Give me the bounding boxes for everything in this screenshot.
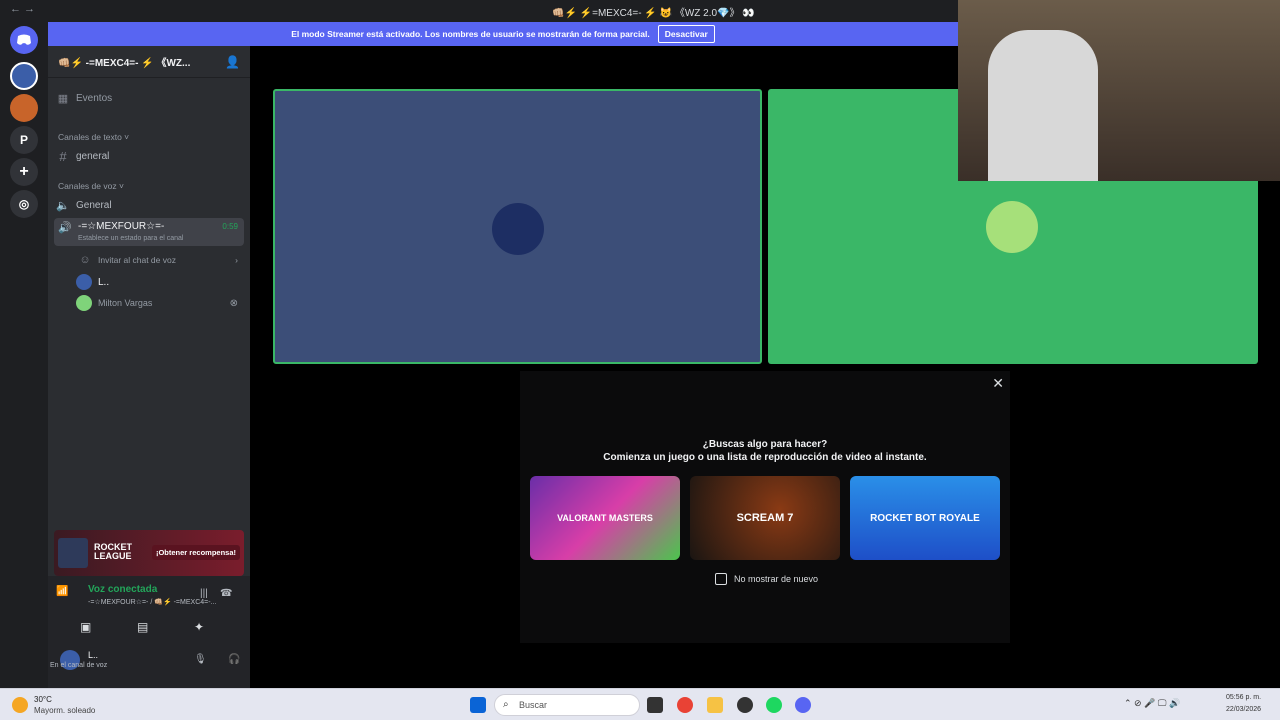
xbox-icon: ⊗ bbox=[229, 297, 238, 309]
invite-icon: ☺ bbox=[79, 254, 91, 266]
activity-card-rocket-bot[interactable]: ROCKET BOT ROYALE bbox=[850, 476, 1000, 560]
card-label: ROCKET BOT ROYALE bbox=[870, 512, 980, 524]
app-icon[interactable] bbox=[737, 697, 753, 713]
server-header[interactable]: 👊🏼⚡ -=MEXC4=- ⚡ 《WZ... 👤 bbox=[48, 46, 250, 78]
voice-category[interactable]: Canales de voz ˅ bbox=[58, 181, 124, 191]
clock-time[interactable]: 05:56 p. m. bbox=[1226, 694, 1261, 701]
get-reward-button[interactable]: ¡Obtener recompensa! bbox=[151, 545, 240, 560]
webcam-person bbox=[988, 30, 1098, 181]
text-category[interactable]: Canales de texto ˅ bbox=[58, 132, 129, 142]
events-item[interactable]: ▦ Eventos bbox=[54, 90, 244, 106]
screen-share-icon[interactable]: ▤ bbox=[137, 620, 148, 634]
speaker-icon: 🔈 bbox=[56, 199, 70, 212]
task-view-icon[interactable] bbox=[647, 697, 663, 713]
search-placeholder: Buscar bbox=[519, 700, 548, 710]
checkbox-label: No mostrar de nuevo bbox=[734, 574, 819, 584]
voice-connected-status[interactable]: Voz conectada bbox=[40, 584, 157, 595]
camera-off-icon[interactable]: ▣ bbox=[80, 620, 91, 634]
disconnect-icon[interactable]: ☎ bbox=[220, 588, 232, 599]
weather-temp: 30°C bbox=[34, 695, 52, 704]
nav-arrows[interactable]: ← → bbox=[10, 3, 35, 15]
deactivate-button[interactable]: Desactivar bbox=[657, 25, 715, 43]
invite-label: Invitar al chat de voz bbox=[98, 255, 176, 265]
spotify-icon[interactable] bbox=[766, 697, 782, 713]
member-item[interactable]: L.. bbox=[76, 274, 238, 290]
calendar-icon: ▦ bbox=[57, 92, 69, 105]
voice-status-text[interactable]: Establece un estado para el canal bbox=[78, 235, 183, 242]
dont-show-checkbox[interactable] bbox=[715, 573, 727, 585]
avatar bbox=[76, 274, 92, 290]
user-panel: 📶 Voz conectada -=☆MEXFOUR☆=- / 👊🏼⚡ -=ME… bbox=[48, 576, 257, 688]
tray-icons[interactable]: ⌃ ⊘ 🎤 🖵 🔊 bbox=[1124, 698, 1180, 709]
weather-icon[interactable] bbox=[12, 697, 28, 713]
chevron-right-icon: › bbox=[235, 255, 238, 265]
avatar bbox=[986, 201, 1038, 253]
file-explorer-icon[interactable] bbox=[707, 697, 723, 713]
channel-sidebar: 👊🏼⚡ -=MEXC4=- ⚡ 《WZ... 👤 ▦ Eventos Canal… bbox=[48, 46, 257, 688]
promo-banner[interactable]: ROCKET LEAGUE ¡Obtener recompensa! bbox=[54, 530, 244, 576]
explore-icon[interactable]: ◎ bbox=[10, 190, 38, 218]
add-server-icon[interactable]: + bbox=[10, 158, 38, 186]
active-voice-name: -=☆MEXFOUR☆=- bbox=[78, 221, 165, 232]
rocket-league-thumb bbox=[58, 538, 88, 568]
text-category-label: Canales de texto bbox=[58, 132, 122, 142]
voice-channel-label: General bbox=[76, 199, 112, 211]
close-icon[interactable]: ✕ bbox=[992, 375, 1004, 392]
window-title: 👊🏼⚡ ⚡=MEXC4=- ⚡ 😺 《WZ 2.0💎》 👀 bbox=[552, 8, 755, 19]
banner-text: El modo Streamer está activado. Los nomb… bbox=[291, 29, 650, 39]
voice-timer: 0:59 bbox=[222, 222, 238, 231]
promo-game: ROCKET LEAGUE bbox=[94, 542, 132, 561]
clock-date[interactable]: 22/03/2026 bbox=[1226, 706, 1261, 713]
voice-category-label: Canales de voz bbox=[58, 181, 117, 191]
user-name: L.. bbox=[88, 650, 99, 660]
microphone-icon[interactable]: 🎙 bbox=[194, 654, 207, 665]
voice-channel-general[interactable]: 🔈 General bbox=[54, 197, 244, 213]
popup-title: ¿Buscas algo para hacer? bbox=[702, 439, 828, 450]
windows-taskbar: 30°C Mayorm. soleado ⌕ Buscar ⌃ ⊘ 🎤 🖵 🔊 … bbox=[0, 688, 1280, 720]
avatar bbox=[76, 295, 92, 311]
activity-card-valorant[interactable]: VALORANT MASTERS bbox=[530, 476, 680, 560]
channel-general[interactable]: # general bbox=[54, 148, 244, 164]
card-label: VALORANT MASTERS bbox=[557, 513, 653, 523]
activities-icon[interactable]: ✦ bbox=[194, 620, 204, 634]
search-icon: ⌕ bbox=[503, 699, 509, 710]
chrome-icon[interactable] bbox=[677, 697, 693, 713]
start-icon[interactable] bbox=[470, 697, 486, 713]
noise-icon[interactable]: ||| bbox=[200, 588, 208, 599]
video-tile-user[interactable] bbox=[273, 89, 762, 364]
events-label: Eventos bbox=[76, 92, 113, 104]
member-name: Milton Vargas bbox=[98, 298, 153, 308]
weather-desc: Mayorm. soleado bbox=[34, 706, 96, 715]
activity-card-scream[interactable]: SCREAM 7 bbox=[690, 476, 840, 560]
user-status: En el canal de voz bbox=[50, 662, 108, 669]
server-name: 👊🏼⚡ -=MEXC4=- ⚡ 《WZ... bbox=[58, 58, 191, 69]
headphones-icon[interactable]: 🎧 bbox=[228, 654, 240, 665]
discord-taskbar-icon[interactable] bbox=[795, 697, 811, 713]
member-item[interactable]: Milton Vargas ⊗ bbox=[76, 295, 238, 311]
streamer-mode-banner: El modo Streamer está activado. Los nomb… bbox=[48, 22, 958, 46]
activity-popup: ✕ ¿Buscas algo para hacer? Comienza un j… bbox=[520, 371, 1010, 643]
member-name: L.. bbox=[98, 276, 110, 288]
voice-channel-path: -=☆MEXFOUR☆=- / 👊🏼⚡ -=MEXC4=-... bbox=[88, 599, 217, 606]
server-2-icon[interactable] bbox=[10, 94, 38, 122]
hash-icon: # bbox=[59, 148, 67, 164]
card-label: SCREAM 7 bbox=[736, 512, 794, 524]
channel-label: general bbox=[76, 150, 110, 162]
webcam-overlay bbox=[958, 0, 1280, 181]
active-voice-channel[interactable]: 🔊 -=☆MEXFOUR☆=- 0:59 Establece un estado… bbox=[54, 218, 244, 246]
invite-voice-item[interactable]: ☺ Invitar al chat de voz › bbox=[76, 253, 238, 267]
popup-subtitle: Comienza un juego o una lista de reprodu… bbox=[603, 452, 927, 463]
speaker-active-icon: 🔊 bbox=[58, 222, 72, 234]
server-p-icon[interactable]: P bbox=[10, 126, 38, 154]
avatar bbox=[492, 203, 544, 255]
server-1-icon[interactable] bbox=[10, 62, 38, 90]
add-member-icon[interactable]: 👤 bbox=[225, 55, 240, 69]
taskbar-search[interactable]: ⌕ Buscar bbox=[494, 694, 640, 716]
discord-home-icon[interactable] bbox=[10, 26, 38, 54]
